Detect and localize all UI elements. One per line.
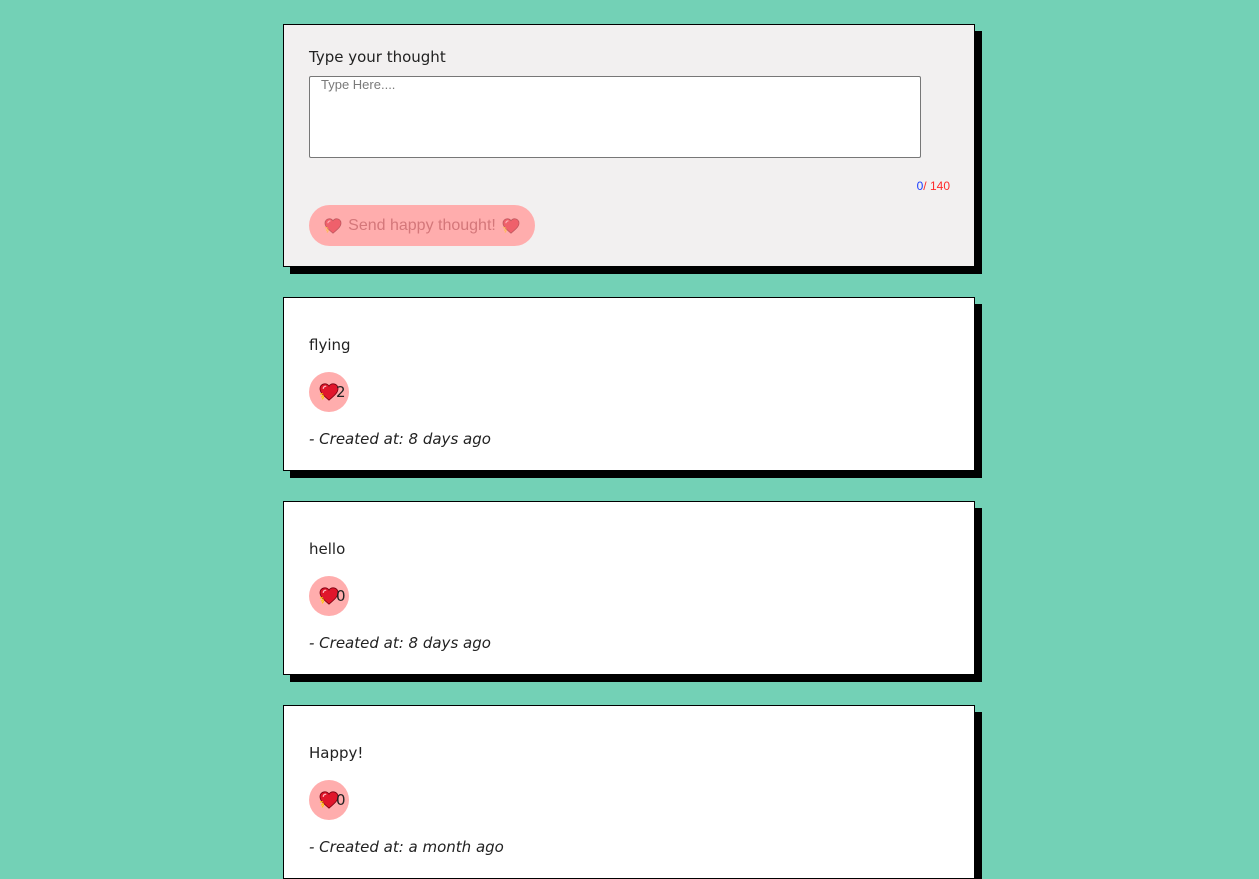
sparkling-heart-icon: [324, 218, 342, 234]
send-button-label: Send happy thought!: [348, 216, 496, 234]
like-row: 2: [309, 372, 349, 412]
thought-input[interactable]: [309, 76, 921, 158]
like-count: 2: [336, 383, 346, 401]
created-timestamp: - Created at: 8 days ago: [309, 430, 491, 448]
like-row: 0: [309, 576, 349, 616]
like-count: 0: [336, 587, 346, 605]
created-timestamp: - Created at: 8 days ago: [309, 634, 491, 652]
form-label: Type your thought: [309, 48, 446, 66]
send-thought-button[interactable]: Send happy thought!: [309, 205, 535, 246]
thought-text: flying: [309, 336, 351, 354]
thought-form: Type your thought 0/ 140 Send happy thou…: [283, 24, 975, 267]
sparkling-heart-icon: [502, 218, 520, 234]
like-row: 0: [309, 780, 349, 820]
created-timestamp: - Created at: a month ago: [309, 838, 504, 856]
thought-card: flying 2 - Created at: 8 days ago: [283, 297, 975, 471]
thought-card: hello 0 - Created at: 8 days ago: [283, 501, 975, 675]
character-counter: 0/ 140: [917, 179, 950, 193]
thought-card: Happy! 0 - Created at: a month ago: [283, 705, 975, 879]
thought-text: Happy!: [309, 744, 364, 762]
like-count: 0: [336, 791, 346, 809]
thought-text: hello: [309, 540, 346, 558]
character-max: / 140: [923, 179, 950, 193]
